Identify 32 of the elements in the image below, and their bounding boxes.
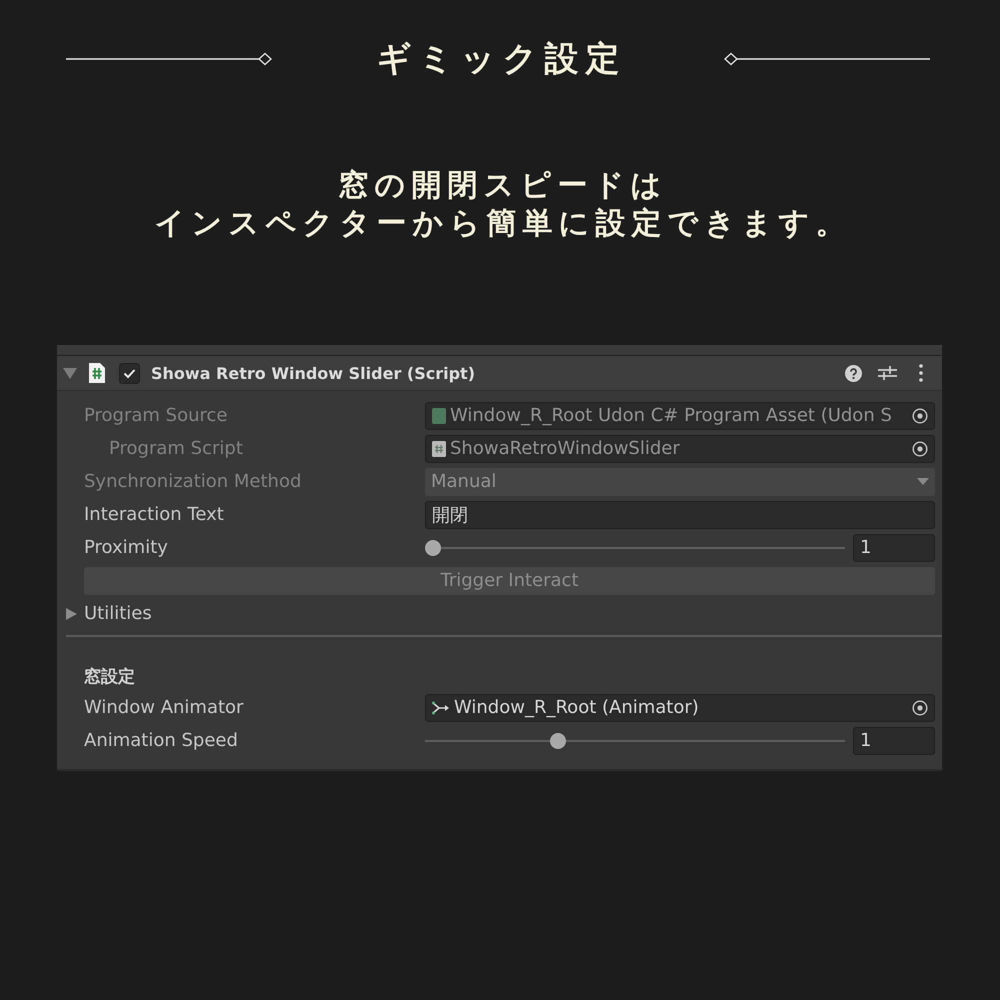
target-icon[interactable] <box>912 408 928 424</box>
page-title: ギミック設定 <box>376 38 628 81</box>
checked-checkbox[interactable] <box>119 362 140 384</box>
target-icon[interactable] <box>912 700 928 716</box>
target-icon[interactable] <box>912 440 928 456</box>
script-icon <box>88 362 106 384</box>
number-field[interactable]: 1 <box>853 726 935 754</box>
field-label: Window Animator <box>84 697 244 718</box>
sliders-icon[interactable] <box>878 364 897 382</box>
program-asset-icon <box>432 408 446 424</box>
subtitle: 窓の開閉スピードは インスペクターから簡単に設定できます。 <box>154 167 852 243</box>
section-heading: 窓設定 <box>84 666 135 688</box>
collapsed-triangle-icon[interactable] <box>66 608 77 620</box>
field-label: Interaction Text <box>84 504 224 525</box>
field-label: Proximity <box>84 537 168 558</box>
slider-thumb[interactable] <box>550 732 566 748</box>
field-label: Program Script <box>109 438 243 459</box>
object-field[interactable]: Window_R_Root (Animator) <box>425 694 935 722</box>
script-file-icon <box>432 440 446 456</box>
text-field[interactable]: 開閉 <box>425 500 935 528</box>
slider-thumb[interactable] <box>425 540 441 556</box>
number-field[interactable]: 1 <box>853 534 935 562</box>
expanded-triangle-icon[interactable] <box>63 367 77 379</box>
help-icon[interactable] <box>845 364 862 382</box>
foldout-toggle[interactable]: Utilities <box>66 603 152 624</box>
more-options-icon[interactable] <box>919 364 923 382</box>
animator-icon <box>432 700 450 714</box>
field-label: Animation Speed <box>84 730 238 751</box>
component-title: Showa Retro Window Slider (Script) <box>151 364 476 382</box>
caret-icon <box>917 478 929 485</box>
field-label: Program Source <box>84 405 228 426</box>
field-label: Synchronization Method <box>84 471 302 492</box>
